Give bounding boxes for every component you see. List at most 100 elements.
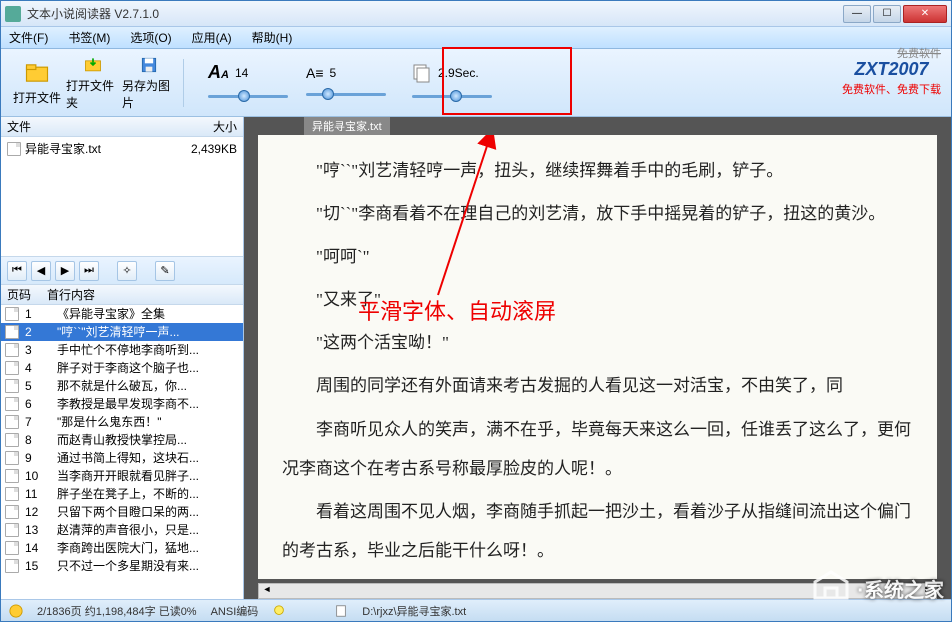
brand-subtitle: 免费软件、免费下载 [842,81,941,97]
page-row[interactable]: 9通过书简上得知，这块石... [1,449,243,467]
page-row[interactable]: 11胖子坐在凳子上，不断的... [1,485,243,503]
nav-prev-button[interactable]: ◀ [31,261,51,281]
page-icon [5,469,19,483]
line-spacing-value: 5 [330,66,337,80]
page-row[interactable]: 4胖子对于李商这个脑子也... [1,359,243,377]
reader-line: 李商听见众人的笑声，满不在乎，毕竟每天来这么一回，任谁丢了这么了，更何况李商这个… [282,410,913,488]
page-first-line: 手中忙个不停地李商听到... [57,342,239,358]
page-number: 10 [23,468,53,484]
files-col-name[interactable]: 文件 [7,118,213,135]
page-row[interactable]: 15只不过一个多星期没有来... [1,557,243,575]
page-first-line: 当李商开开眼就看见胖子... [57,468,239,484]
folder-icon [23,59,51,87]
minimize-button[interactable]: — [843,5,871,23]
font-size-value: 14 [235,66,248,80]
page-first-line: 胖子对于李商这个脑子也... [57,360,239,376]
page-number: 12 [23,504,53,520]
font-size-control: AA 14 [208,62,288,103]
watermark: ·系统之家 [811,568,944,608]
status-bulb-icon [272,604,286,618]
brand-text: ZXT [854,59,888,79]
page-number: 11 [23,486,53,502]
files-col-size[interactable]: 大小 [213,118,237,135]
autoscroll-value: 2.9Sec. [438,66,479,80]
page-row[interactable]: 6李教授是最早发现李商不... [1,395,243,413]
page-row[interactable]: 14李商跨出医院大门，猛地... [1,539,243,557]
page-row[interactable]: 10当李商开开眼就看见胖子... [1,467,243,485]
page-row[interactable]: 13赵清萍的声音很小，只是... [1,521,243,539]
open-folder-button[interactable]: 打开文件夹 [65,54,121,112]
open-file-button[interactable]: 打开文件 [9,54,65,112]
status-doc-icon [334,604,348,618]
reader-line: 周围的同学还有外面请来考古发掘的人看见这一对活宝，不由笑了，同 [282,366,913,405]
autoscroll-slider[interactable] [412,89,492,103]
page-first-line: 那不就是什么破瓦，你... [57,378,239,394]
page-row[interactable]: 8而赵青山教授快掌控局... [1,431,243,449]
page-number: 7 [23,414,53,430]
pages-list[interactable]: 1《异能寻宝家》全集2"哼``"刘艺清轻哼一声...3手中忙个不停地李商听到..… [1,305,243,599]
page-row[interactable]: 2"哼``"刘艺清轻哼一声... [1,323,243,341]
menu-apps[interactable]: 应用(A) [192,29,232,46]
page-icon [5,325,19,339]
file-name: 异能寻宝家.txt [25,140,187,157]
reader-line: "哼``"刘艺清轻哼一声，扭头，继续挥舞着手中的毛刷，铲子。 [282,151,913,190]
page-icon [5,307,19,321]
page-number: 5 [23,378,53,394]
status-encoding: ANSI编码 [211,603,259,619]
reader-tab[interactable]: 异能寻宝家.txt [304,117,390,135]
pages-col-num[interactable]: 页码 [7,286,47,303]
line-spacing-icon: A≡ [306,65,324,81]
menu-help[interactable]: 帮助(H) [252,29,293,46]
page-icon [5,361,19,375]
menu-bookmark[interactable]: 书签(M) [68,29,110,46]
nav-edit-button[interactable]: ✎ [155,261,175,281]
page-icon [5,397,19,411]
maximize-button[interactable]: ☐ [873,5,901,23]
page-first-line: 胖子坐在凳子上，不断的... [57,486,239,502]
reader-pane: 异能寻宝家.txt 平滑字体、自动滚屏 "哼``"刘艺清轻哼一声，扭头，继续挥舞… [244,117,951,599]
page-icon [5,451,19,465]
files-header: 文件 大小 [1,117,243,137]
page-icon [5,343,19,357]
page-icon [5,379,19,393]
menu-options[interactable]: 选项(O) [130,29,171,46]
save-icon [135,55,163,75]
file-row[interactable]: 异能寻宝家.txt2,439KB [3,139,241,158]
menu-file[interactable]: 文件(F) [9,29,48,46]
folder-arrow-icon [79,55,107,75]
page-number: 9 [23,450,53,466]
page-number: 4 [23,360,53,376]
nav-next-button[interactable]: ▶ [55,261,75,281]
page-icon [5,505,19,519]
toolbar-separator [183,59,184,107]
nav-last-button[interactable]: ⏭ [79,261,99,281]
page-row[interactable]: 5那不就是什么破瓦，你... [1,377,243,395]
autoscroll-control: 2.9Sec. [404,59,500,107]
save-as-image-button[interactable]: 另存为图片 [121,54,177,112]
page-first-line: 李教授是最早发现李商不... [57,396,239,412]
page-row[interactable]: 1《异能寻宝家》全集 [1,305,243,323]
reader-line: "呵呵`" [282,237,913,276]
page-first-line: "哼``"刘艺清轻哼一声... [57,324,239,340]
watermark-icon [811,568,851,608]
page-icon [5,559,19,573]
page-first-line: 而赵青山教授快掌控局... [57,432,239,448]
nav-highlight-button[interactable]: ✧ [117,261,137,281]
pages-col-first[interactable]: 首行内容 [47,286,95,303]
page-row[interactable]: 7"那是什么鬼东西！" [1,413,243,431]
font-size-slider[interactable] [208,89,288,103]
line-spacing-control: A≡ 5 [306,65,386,101]
page-row[interactable]: 12只留下两个目瞪口呆的两... [1,503,243,521]
close-button[interactable]: ✕ [903,5,947,23]
pages-icon [412,63,432,83]
page-first-line: 《异能寻宝家》全集 [57,306,239,322]
line-spacing-slider[interactable] [306,87,386,101]
page-number: 2 [23,324,53,340]
nav-first-button[interactable]: ⏮ [7,261,27,281]
annotation-text: 平滑字体、自动滚屏 [358,287,556,338]
reader-page[interactable]: 平滑字体、自动滚屏 "哼``"刘艺清轻哼一声，扭头，继续挥舞着手中的毛刷，铲子。… [258,135,937,579]
page-row[interactable]: 3手中忙个不停地李商听到... [1,341,243,359]
page-number: 3 [23,342,53,358]
toolbar: 打开文件 打开文件夹 另存为图片 AA 14 A≡ 5 [1,49,951,117]
reader-line: "切``"李商看着不在理自己的刘艺清，放下手中摇晃着的铲子，扭这的黄沙。 [282,194,913,233]
